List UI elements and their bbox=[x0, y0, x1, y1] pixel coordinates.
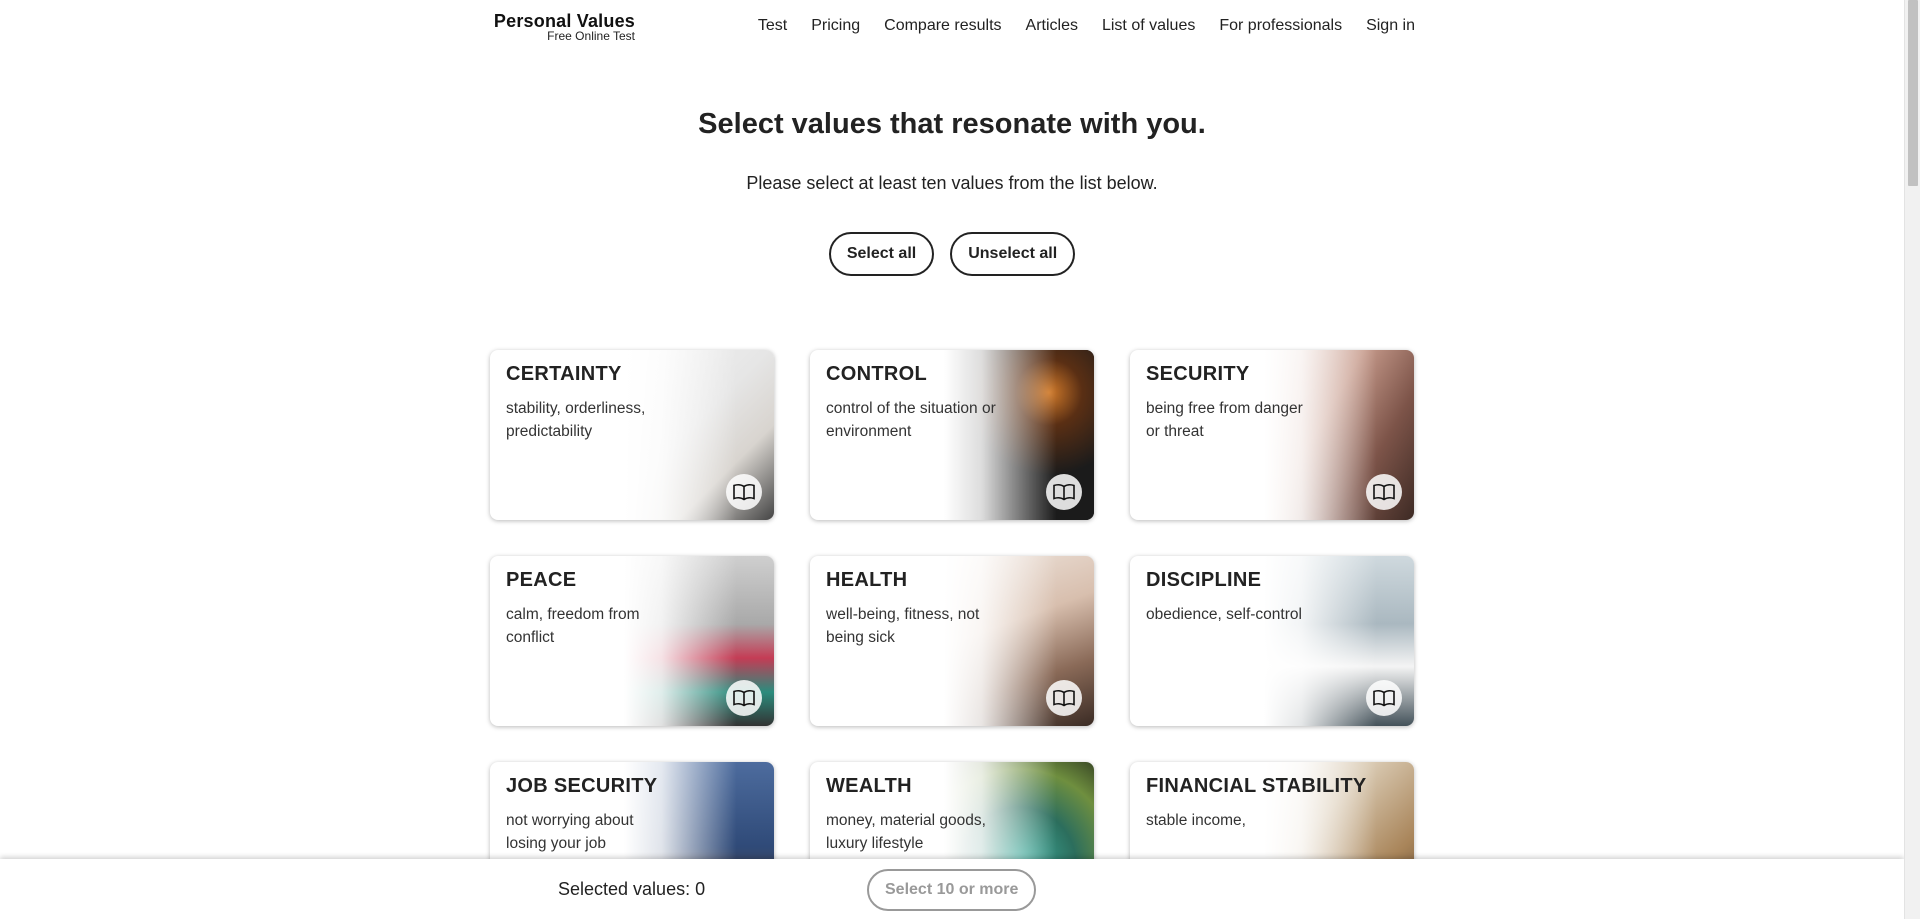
value-card-title: WEALTH bbox=[826, 775, 912, 797]
value-card-title: HEALTH bbox=[826, 569, 908, 591]
book-icon[interactable] bbox=[1366, 680, 1402, 716]
value-card-description: stable income, bbox=[1146, 812, 1246, 829]
value-card-title: CERTAINTY bbox=[506, 363, 622, 385]
value-card-text: JOB SECURITY not worrying about losing yo… bbox=[490, 762, 774, 867]
value-card-text: FINANCIAL STABILITY stable income, bbox=[1130, 762, 1414, 844]
unselect-all-button[interactable]: Unselect all bbox=[950, 232, 1076, 276]
value-card-title: FINANCIAL STABILITY bbox=[1146, 775, 1367, 797]
book-icon[interactable] bbox=[726, 680, 762, 716]
continue-button[interactable]: Select 10 or more bbox=[867, 869, 1037, 911]
value-card-description: well-being, fitness, not being sick bbox=[826, 606, 980, 646]
logo[interactable]: Personal Values Free Online Test bbox=[487, 10, 635, 42]
value-card-title: CONTROL bbox=[826, 363, 927, 385]
book-icon[interactable] bbox=[726, 474, 762, 510]
value-card-text: DISCIPLINE obedience, self-control bbox=[1130, 556, 1414, 638]
select-all-button[interactable]: Select all bbox=[828, 232, 935, 276]
selection-footer: Selected values: 0 Select 10 or more bbox=[0, 859, 1904, 919]
nav-test[interactable]: Test bbox=[758, 17, 787, 35]
value-card-title: DISCIPLINE bbox=[1146, 569, 1262, 591]
value-card-description: calm, freedom from conflict bbox=[506, 606, 640, 646]
value-card-description: stability, orderliness, predictability bbox=[506, 400, 646, 440]
value-card-description: not worrying about losing your job bbox=[506, 812, 634, 852]
value-card-description: money, material goods, luxury lifestyle bbox=[826, 812, 986, 852]
value-card-title: SECURITY bbox=[1146, 363, 1250, 385]
nav-compare-results[interactable]: Compare results bbox=[884, 17, 1001, 35]
selected-count: Selected values: 0 bbox=[558, 879, 706, 899]
value-card-title: JOB SECURITY bbox=[506, 775, 658, 797]
value-card-text: SECURITY being free from danger or threat bbox=[1130, 350, 1414, 455]
page-title: Select values that resonate with you. bbox=[698, 108, 1206, 140]
value-card[interactable]: CONTROL control of the situation or envir… bbox=[810, 350, 1094, 520]
site-header: Personal Values Free Online Test Test Pr… bbox=[0, 0, 1904, 60]
value-card[interactable]: SECURITY being free from danger or threat bbox=[1130, 350, 1414, 520]
value-card-title: PEACE bbox=[506, 569, 577, 591]
value-card[interactable]: PEACE calm, freedom from conflict bbox=[490, 556, 774, 726]
nav-articles[interactable]: Articles bbox=[1026, 17, 1078, 35]
value-card-text: CERTAINTY stability, orderliness, predict… bbox=[490, 350, 774, 455]
nav-pricing[interactable]: Pricing bbox=[811, 17, 860, 35]
scrollbar-thumb[interactable] bbox=[1908, 0, 1918, 186]
value-card-description: being free from danger or threat bbox=[1146, 400, 1303, 440]
value-card-text: CONTROL control of the situation or envir… bbox=[810, 350, 1094, 455]
book-icon[interactable] bbox=[1046, 474, 1082, 510]
nav-for-professionals[interactable]: For professionals bbox=[1219, 17, 1342, 35]
book-icon[interactable] bbox=[1046, 680, 1082, 716]
nav-list-of-values[interactable]: List of values bbox=[1102, 17, 1195, 35]
page-scrollbar[interactable] bbox=[1904, 0, 1920, 919]
value-card-description: obedience, self-control bbox=[1146, 606, 1302, 623]
book-icon[interactable] bbox=[1366, 474, 1402, 510]
value-card-text: PEACE calm, freedom from conflict bbox=[490, 556, 774, 661]
selection-buttons: Select all Unselect all bbox=[0, 232, 1904, 276]
main-nav: Test Pricing Compare results Articles Li… bbox=[758, 17, 1415, 35]
nav-sign-in[interactable]: Sign in bbox=[1366, 17, 1415, 35]
value-card[interactable]: CERTAINTY stability, orderliness, predict… bbox=[490, 350, 774, 520]
value-card[interactable]: DISCIPLINE obedience, self-control bbox=[1130, 556, 1414, 726]
value-card[interactable]: HEALTH well-being, fitness, not being sic… bbox=[810, 556, 1094, 726]
values-grid: CERTAINTY stability, orderliness, predict… bbox=[490, 350, 1414, 919]
page-subtitle: Please select at least ten values from t… bbox=[746, 173, 1158, 193]
value-card-description: control of the situation or environment bbox=[826, 400, 996, 440]
value-card-text: WEALTH money, material goods, luxury life… bbox=[810, 762, 1094, 867]
value-card-text: HEALTH well-being, fitness, not being sic… bbox=[810, 556, 1094, 661]
